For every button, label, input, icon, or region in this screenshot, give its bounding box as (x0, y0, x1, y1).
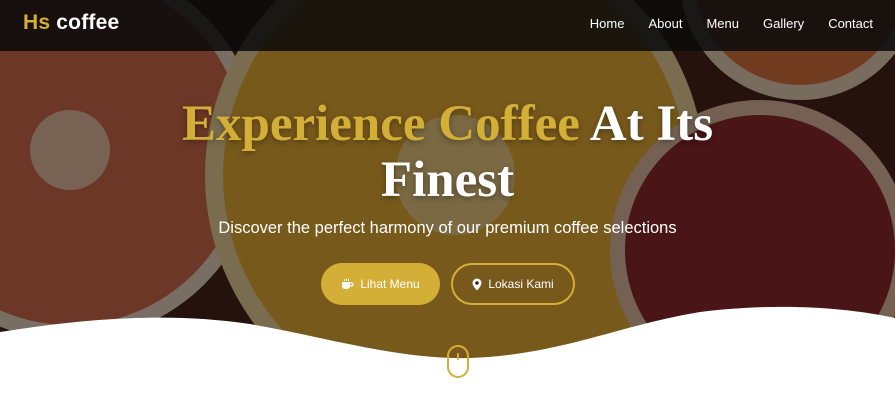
nav-gallery[interactable]: Gallery (763, 16, 804, 31)
brand-accent: Hs (23, 11, 51, 34)
hero-title-white-2: Finest (380, 152, 515, 208)
hero-title-white-1: At Its (589, 96, 714, 152)
location-label: Lokasi Kami (488, 277, 554, 291)
map-pin-icon (472, 278, 482, 290)
location-button[interactable]: Lokasi Kami (451, 263, 575, 305)
brand-name: coffee (56, 11, 120, 34)
hero-subtitle: Discover the perfect harmony of our prem… (218, 219, 677, 237)
nav-menu[interactable]: Menu (706, 16, 739, 31)
navbar: Hs coffee Home About Menu Gallery Contac… (0, 0, 895, 51)
nav-contact[interactable]: Contact (828, 16, 873, 31)
view-menu-button[interactable]: Lihat Menu (321, 263, 440, 305)
nav-home[interactable]: Home (590, 16, 625, 31)
main-nav: Home About Menu Gallery Contact (566, 16, 873, 31)
brand-logo[interactable]: Hs coffee (23, 11, 119, 35)
hero-section: Hs coffee Home About Menu Gallery Contac… (0, 0, 895, 407)
hero-title-gold: Experience Coffee (181, 96, 580, 152)
mouse-icon[interactable] (447, 345, 469, 378)
coffee-cup-icon (342, 278, 354, 289)
view-menu-label: Lihat Menu (360, 277, 420, 291)
nav-about[interactable]: About (648, 16, 682, 31)
mouse-wheel (457, 353, 459, 360)
hero-title: Experience Coffee At Its Finest (0, 96, 895, 208)
